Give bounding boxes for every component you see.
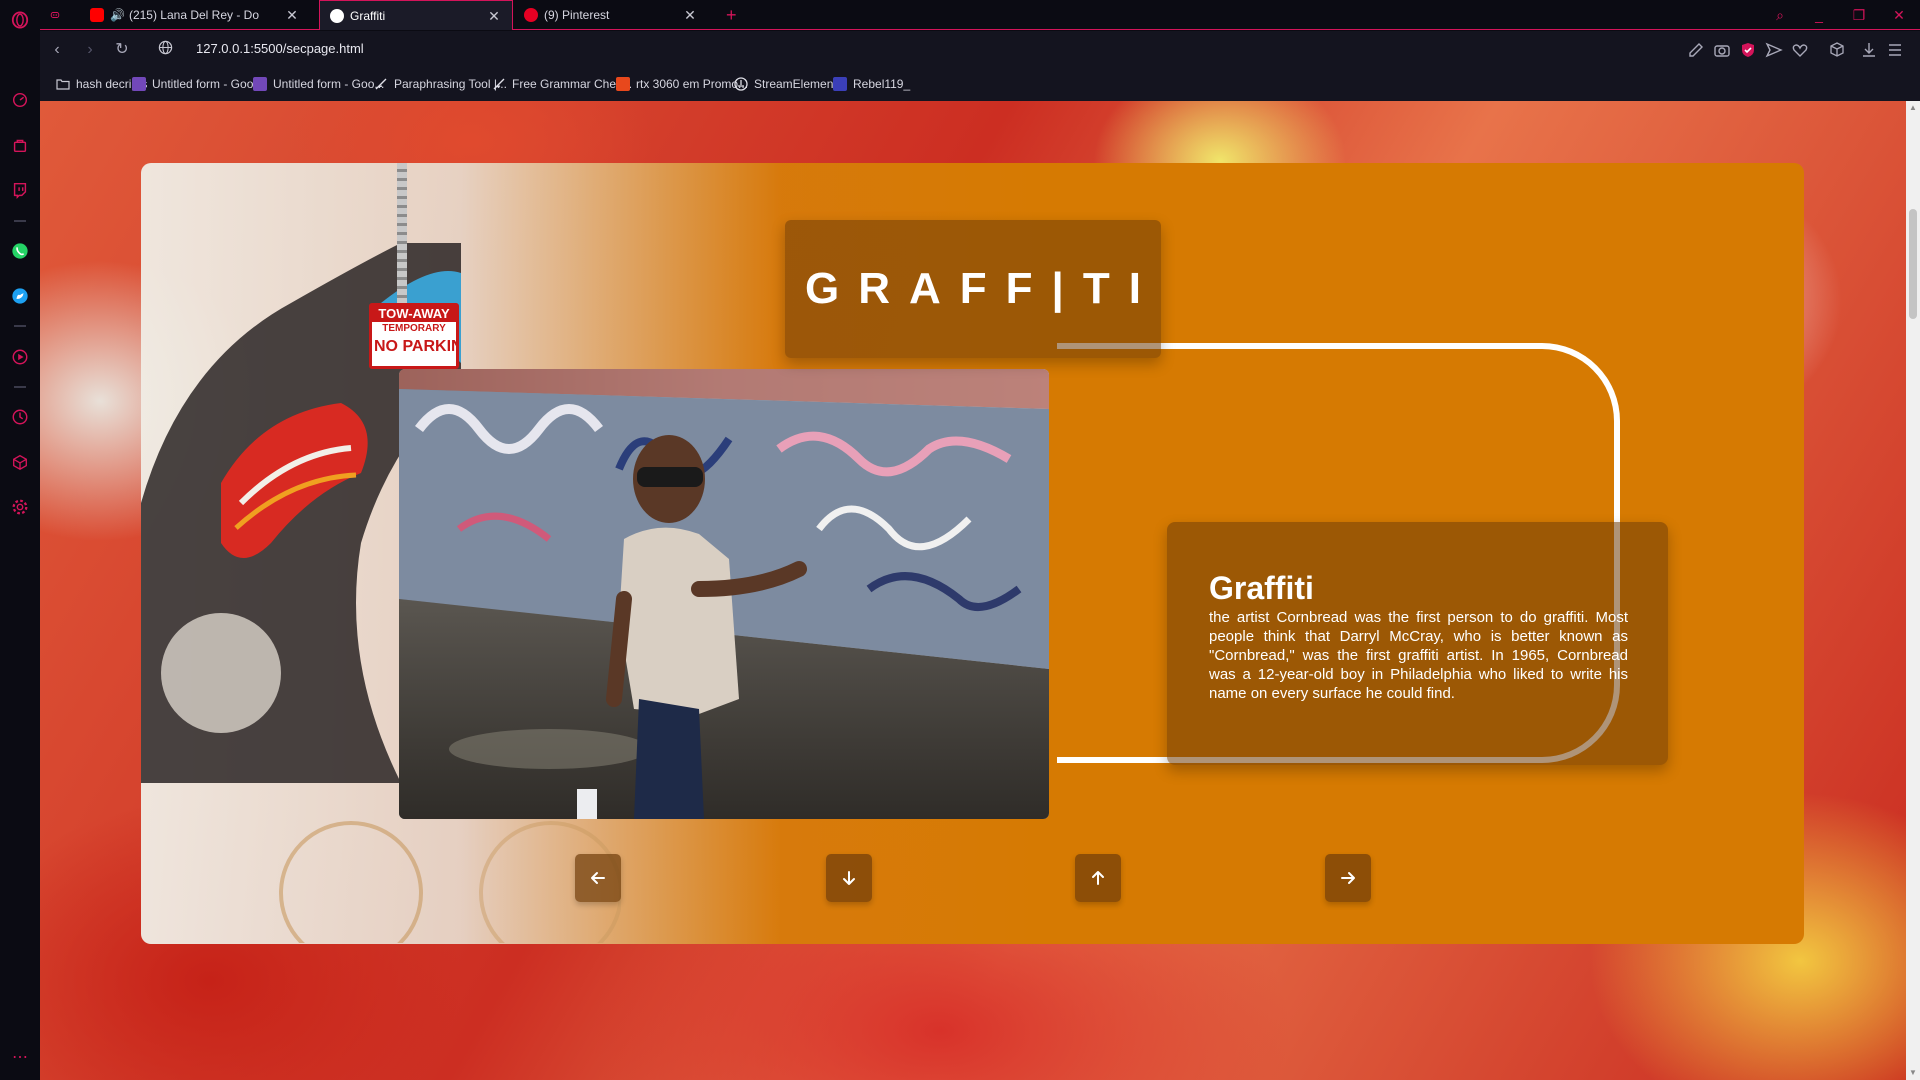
scroll-down-arrow-icon[interactable]: ▼ bbox=[1908, 1068, 1918, 1078]
minimize-icon[interactable]: _ bbox=[1808, 4, 1830, 26]
speed-dial-icon[interactable] bbox=[8, 88, 32, 112]
tab-bar: 🔊 (215) Lana Del Rey - Do ✕ Graffiti ✕ (… bbox=[40, 0, 1920, 30]
folder-icon bbox=[56, 79, 70, 90]
bookmark-label: Paraphrasing Tool |... bbox=[394, 77, 507, 91]
shop-icon bbox=[616, 77, 630, 91]
more-menu-icon[interactable]: ⋯ bbox=[8, 1046, 32, 1070]
workspaces-icon[interactable] bbox=[40, 0, 70, 30]
restore-icon[interactable]: ❐ bbox=[1848, 4, 1870, 26]
snapshot-icon[interactable] bbox=[1713, 41, 1731, 59]
bookmark-rebel119[interactable]: Rebel119_ bbox=[833, 77, 910, 91]
arrow-right-icon bbox=[1341, 872, 1355, 884]
whatsapp-icon[interactable] bbox=[8, 239, 32, 263]
rebel-icon bbox=[833, 77, 847, 91]
arrow-up-icon bbox=[1092, 871, 1104, 885]
youtube-icon bbox=[90, 8, 104, 22]
site-info-icon[interactable] bbox=[155, 40, 175, 60]
tab-graffiti[interactable]: Graffiti ✕ bbox=[319, 0, 513, 30]
sign-line-1: TOW-AWAY bbox=[372, 306, 456, 322]
bookmark-label: Free Grammar Chec... bbox=[512, 77, 633, 91]
history-icon[interactable] bbox=[8, 405, 32, 429]
tab-pinterest[interactable]: (9) Pinterest ✕ bbox=[514, 0, 708, 30]
extensions-cube-icon[interactable] bbox=[1828, 41, 1846, 59]
download-icon[interactable] bbox=[1860, 41, 1878, 59]
close-tab-icon[interactable]: ✕ bbox=[682, 7, 698, 23]
cornbread-photo bbox=[399, 369, 1049, 819]
scroll-up-button[interactable] bbox=[1075, 854, 1121, 902]
page-title: GRAFF|TI bbox=[805, 264, 1160, 313]
tab-title: Graffiti bbox=[350, 8, 386, 23]
opera-logo-icon[interactable] bbox=[8, 8, 32, 32]
streamelements-icon bbox=[734, 77, 748, 91]
close-tab-icon[interactable]: ✕ bbox=[486, 8, 502, 24]
sign-line-2: TEMPORARY bbox=[382, 323, 446, 334]
twitter-icon[interactable] bbox=[8, 284, 32, 308]
tow-away-sign: TOW-AWAY TEMPORARY NO PARKING bbox=[369, 303, 459, 369]
address-bar: ‹ › ↻ 127.0.0.1:5500/secpage.html bbox=[40, 31, 1920, 69]
bookmark-rtx-3060[interactable]: rtx 3060 em Promo... bbox=[616, 77, 748, 91]
browser-sidebar: ⋯ bbox=[0, 0, 40, 1080]
next-button[interactable] bbox=[1325, 854, 1371, 902]
pinterest-icon bbox=[524, 8, 538, 22]
tab-title: (9) Pinterest bbox=[544, 8, 610, 22]
new-tab-button[interactable]: + bbox=[716, 0, 746, 30]
bookmark-streamelements[interactable]: StreamElements bbox=[734, 77, 843, 91]
scroll-up-arrow-icon[interactable]: ▲ bbox=[1908, 103, 1918, 113]
search-tabs-icon[interactable]: ⌕ bbox=[1769, 4, 1791, 26]
bicycle-wheel-artwork bbox=[279, 821, 621, 943]
bookmark-label: Rebel119_ bbox=[853, 77, 911, 91]
back-icon[interactable]: ‹ bbox=[47, 40, 67, 60]
adblock-shield-icon[interactable] bbox=[1739, 41, 1757, 59]
audio-playing-icon[interactable]: 🔊 bbox=[110, 8, 125, 22]
page-scrollbar[interactable]: ▲ ▼ bbox=[1906, 101, 1920, 1080]
forms-icon bbox=[253, 77, 267, 91]
globe-icon bbox=[330, 8, 344, 23]
player-icon[interactable] bbox=[8, 345, 32, 369]
bookmark-label: StreamElements bbox=[754, 77, 843, 91]
twitch-icon[interactable] bbox=[8, 178, 32, 202]
arrow-down-icon bbox=[843, 871, 855, 885]
bookmark-label: Untitled form - Goo... bbox=[152, 77, 264, 91]
scroll-down-button[interactable] bbox=[826, 854, 872, 902]
page-viewport: TOW-AWAY TEMPORARY NO PARKING bbox=[40, 101, 1906, 1080]
bag-icon[interactable] bbox=[8, 133, 32, 157]
info-body: the artist Cornbread was the first perso… bbox=[1209, 609, 1628, 702]
scrollbar-thumb[interactable] bbox=[1909, 209, 1917, 319]
quill-icon bbox=[493, 78, 505, 90]
arrow-left-icon bbox=[591, 872, 605, 884]
info-box: Graffiti the artist Cornbread was the fi… bbox=[1167, 522, 1668, 765]
forward-icon[interactable]: › bbox=[80, 40, 100, 60]
send-icon[interactable] bbox=[1765, 41, 1783, 59]
prev-button[interactable] bbox=[575, 854, 621, 902]
bookmarks-bar: hash decripts Untitled form - Goo... Unt… bbox=[40, 69, 1920, 101]
content-card: TOW-AWAY TEMPORARY NO PARKING bbox=[141, 163, 1804, 944]
info-heading: Graffiti bbox=[1209, 570, 1314, 606]
close-tab-icon[interactable]: ✕ bbox=[284, 7, 300, 23]
title-box: GRAFF|TI bbox=[785, 220, 1161, 358]
bookmark-untitled-form-2[interactable]: Untitled form - Goo... bbox=[253, 77, 384, 91]
bookmark-paraphrasing-tool[interactable]: Paraphrasing Tool |... bbox=[374, 77, 507, 91]
edit-icon[interactable] bbox=[1687, 41, 1705, 59]
bookmark-label: rtx 3060 em Promo... bbox=[636, 77, 749, 91]
forms-icon bbox=[132, 77, 146, 91]
easy-setup-icon[interactable] bbox=[1886, 41, 1904, 59]
reload-icon[interactable]: ↻ bbox=[112, 40, 132, 60]
quill-icon bbox=[375, 78, 387, 90]
sign-line-3: NO PARKING bbox=[374, 338, 456, 355]
heart-icon[interactable] bbox=[1791, 41, 1809, 59]
bookmark-grammar-checker[interactable]: Free Grammar Chec... bbox=[492, 77, 632, 91]
settings-gear-icon[interactable] bbox=[8, 495, 32, 519]
bookmark-untitled-form-1[interactable]: Untitled form - Goo... bbox=[132, 77, 263, 91]
extensions-icon[interactable] bbox=[8, 450, 32, 474]
close-window-icon[interactable]: ✕ bbox=[1888, 4, 1910, 26]
tab-title: (215) Lana Del Rey - Do bbox=[128, 8, 260, 22]
url-field[interactable]: 127.0.0.1:5500/secpage.html bbox=[196, 41, 364, 56]
bookmark-label: Untitled form - Goo... bbox=[273, 77, 385, 91]
tab-youtube[interactable]: 🔊 (215) Lana Del Rey - Do ✕ bbox=[80, 0, 310, 30]
